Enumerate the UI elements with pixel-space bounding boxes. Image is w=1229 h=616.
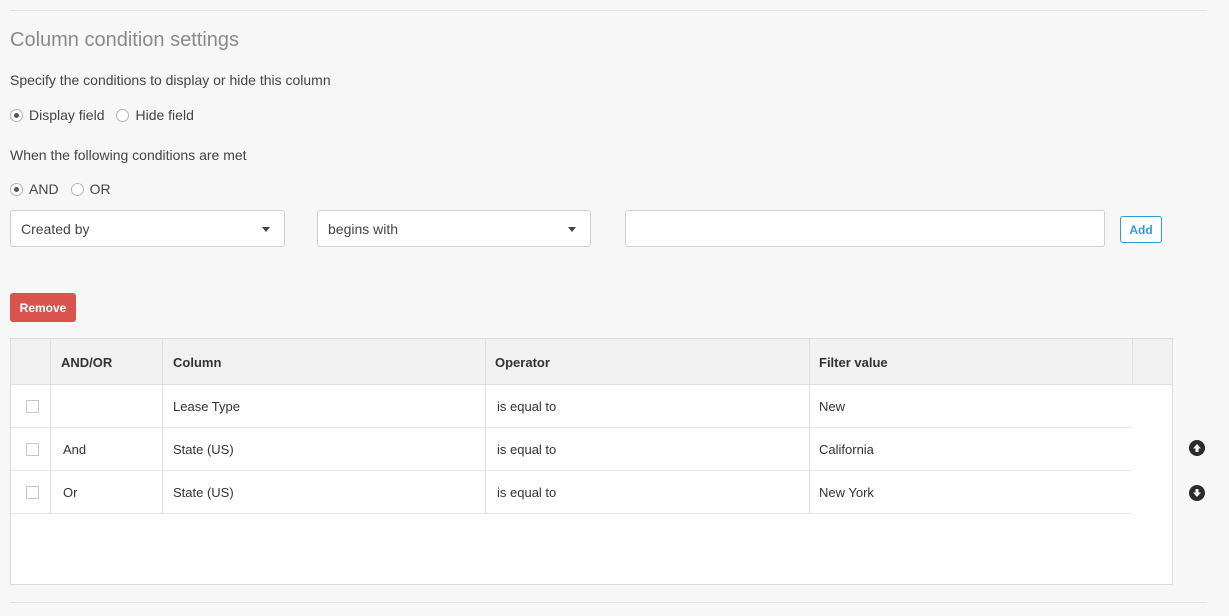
row-column: State (US) <box>173 485 234 500</box>
hide-field-label: Hide field <box>135 107 194 123</box>
conditions-grid: AND/OR Column Operator Filter value Leas… <box>10 338 1173 585</box>
bottom-divider <box>10 602 1207 603</box>
row-filter-value: New <box>819 399 846 414</box>
row-checkbox[interactable] <box>26 443 39 456</box>
row-filter-value: New York <box>819 485 874 500</box>
column-select-value: Created by <box>21 220 90 237</box>
row-filter-value: California <box>819 442 874 457</box>
column-divider <box>1132 339 1133 385</box>
filter-value-input[interactable] <box>625 210 1105 247</box>
or-radio[interactable]: OR <box>70 181 111 197</box>
row-column: Lease Type <box>173 399 240 414</box>
row-operator: is equal to <box>497 442 557 457</box>
or-label: OR <box>89 181 111 197</box>
top-divider <box>10 10 1207 11</box>
row-logic: Or <box>63 485 78 500</box>
arrow-up-glyph <box>1193 444 1201 452</box>
radio-checked-icon <box>10 108 23 122</box>
operator-select-value: begins with <box>328 220 399 237</box>
header-filter-value[interactable]: Filter value <box>819 339 888 385</box>
arrow-circle-up-icon[interactable] <box>1189 440 1205 456</box>
row-column: State (US) <box>173 442 234 457</box>
chevron-down-icon <box>262 227 270 232</box>
and-label: AND <box>29 181 59 197</box>
column-select[interactable]: Created by <box>10 210 285 247</box>
arrow-down-glyph <box>1193 489 1201 497</box>
instruction-text: Specify the conditions to display or hid… <box>10 72 331 88</box>
column-condition-page: Column condition settings Specify the co… <box>0 0 1229 616</box>
remove-button[interactable]: Remove <box>10 293 76 322</box>
row-logic: And <box>63 442 87 457</box>
display-field-radio[interactable]: Display field <box>10 107 104 123</box>
row-checkbox[interactable] <box>26 486 39 499</box>
table-row[interactable]: Or State (US) is equal to New York <box>11 471 1132 514</box>
visibility-radio-group: Display field Hide field <box>10 107 206 123</box>
chevron-down-icon <box>568 227 576 232</box>
row-operator: is equal to <box>497 485 557 500</box>
arrow-circle-down-icon[interactable] <box>1189 485 1205 501</box>
and-radio[interactable]: AND <box>10 181 59 197</box>
radio-unchecked-icon <box>116 108 130 122</box>
conditions-label: When the following conditions are met <box>10 147 247 163</box>
header-column[interactable]: Column <box>173 339 221 385</box>
logic-radio-group: AND OR <box>10 181 123 197</box>
table-row[interactable]: Lease Type is equal to New <box>11 385 1132 428</box>
row-checkbox[interactable] <box>26 400 39 413</box>
header-operator[interactable]: Operator <box>495 339 550 385</box>
operator-select[interactable]: begins with <box>317 210 591 247</box>
add-button[interactable]: Add <box>1120 216 1162 243</box>
table-row[interactable]: And State (US) is equal to California <box>11 428 1132 471</box>
hide-field-radio[interactable]: Hide field <box>116 107 194 123</box>
display-field-label: Display field <box>29 107 105 123</box>
grid-header: AND/OR Column Operator Filter value <box>11 339 1172 385</box>
radio-checked-icon <box>10 182 23 196</box>
row-operator: is equal to <box>497 399 557 414</box>
header-and-or[interactable]: AND/OR <box>61 339 112 385</box>
section-title: Column condition settings <box>10 29 240 51</box>
radio-unchecked-icon <box>70 182 84 196</box>
